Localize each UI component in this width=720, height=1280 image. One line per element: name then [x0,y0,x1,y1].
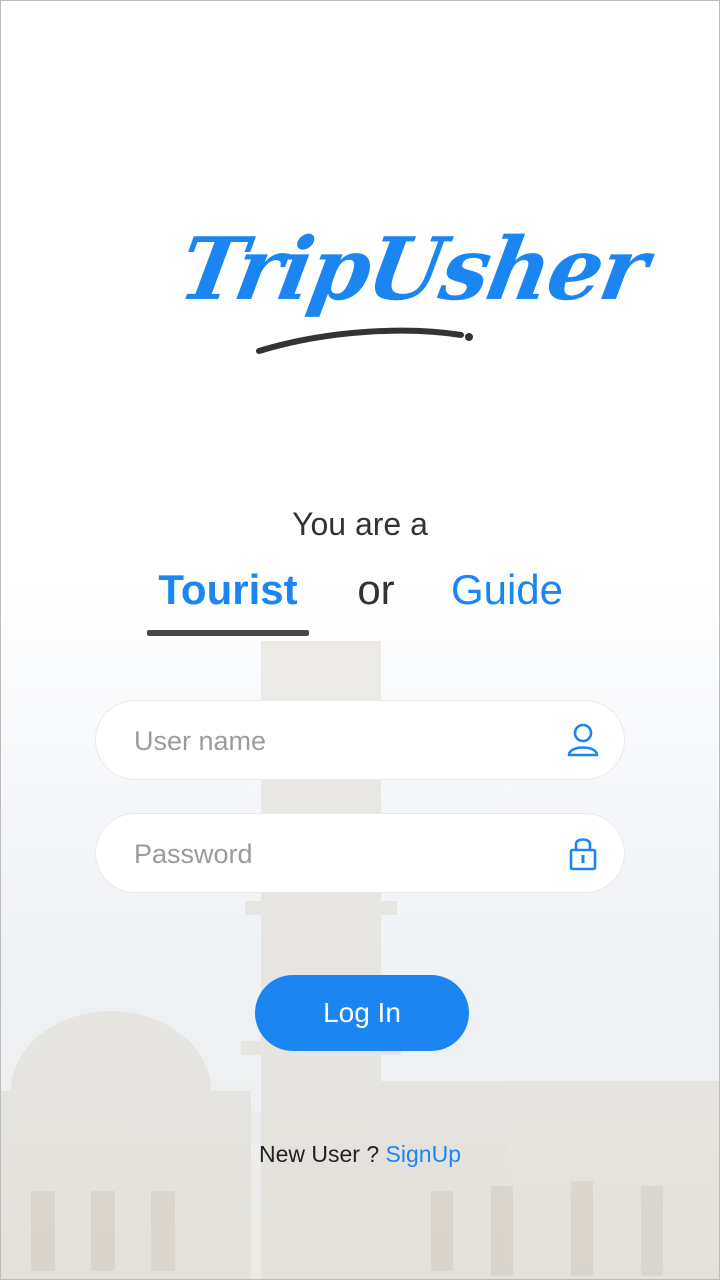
password-input[interactable] [132,832,536,876]
background-monument-image [1,641,719,1279]
tab-guide[interactable]: Guide [437,566,577,614]
login-screen: TripUsher You are a Tourist or Guide Log… [0,0,720,1280]
signup-row: New User ? SignUp [1,1141,719,1168]
username-field[interactable] [95,700,625,780]
signup-link[interactable]: SignUp [386,1141,461,1167]
selected-tab-indicator [147,630,309,636]
logo-swoosh [256,327,473,354]
password-field[interactable] [95,813,625,893]
user-icon [567,723,599,757]
app-logo: TripUsher [161,211,654,371]
tab-tourist[interactable]: Tourist [147,566,309,614]
role-separator: or [357,566,395,613]
role-prompt: You are a [292,506,428,542]
username-input[interactable] [132,719,536,763]
lock-icon [569,838,597,871]
login-button[interactable]: Log In [255,975,469,1051]
new-user-text: New User ? [259,1141,380,1167]
